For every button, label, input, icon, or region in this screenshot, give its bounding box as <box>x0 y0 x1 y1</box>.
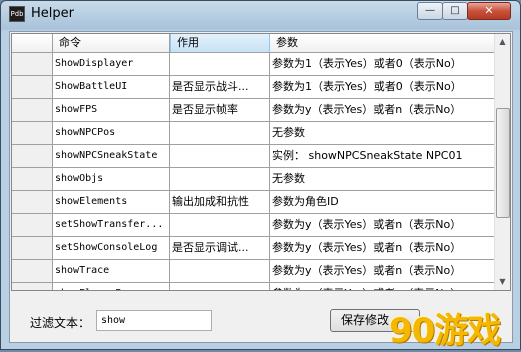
vertical-scrollbar[interactable]: ▲ ▼ <box>494 34 510 290</box>
row-selector[interactable] <box>12 122 53 144</box>
command-cell[interactable]: ShowDisplayer <box>53 53 170 75</box>
row-selector[interactable] <box>12 53 53 75</box>
params-cell[interactable]: 参数为1（表示Yes）或者0（表示No） <box>270 53 496 75</box>
table-header: 命令 作用 参数 <box>12 34 496 53</box>
scroll-up-icon[interactable]: ▲ <box>495 34 510 50</box>
params-cell[interactable]: 参数为y（表示Yes）或者n（表示No） <box>270 99 496 121</box>
table-row[interactable]: showTrace 参数为y（表示Yes）或者n（表示No） <box>12 260 496 283</box>
row-selector[interactable] <box>12 283 53 290</box>
maximize-button[interactable]: □ <box>442 2 468 20</box>
row-header-corner <box>12 34 53 52</box>
helper-window: Pdb Helper — □ ✕ 命令 作用 参数 ShowDisplayer 参… <box>0 0 521 351</box>
command-table[interactable]: 命令 作用 参数 ShowDisplayer 参数为1（表示Yes）或者0（表示N… <box>11 33 511 291</box>
row-selector[interactable] <box>12 145 53 167</box>
purpose-cell[interactable] <box>170 260 270 282</box>
row-selector[interactable] <box>12 99 53 121</box>
command-cell[interactable]: showFPS <box>53 99 170 121</box>
title-bar[interactable]: Pdb Helper — □ ✕ <box>1 1 520 29</box>
table-row[interactable]: setShowTransfer... 参数为y（表示Yes）或者n（表示No） <box>12 214 496 237</box>
purpose-cell[interactable] <box>170 122 270 144</box>
params-cell[interactable]: 实例： showNPCSneakState NPC01 <box>270 145 496 167</box>
filter-input[interactable]: show <box>96 310 212 331</box>
column-header-command[interactable]: 命令 <box>53 34 170 52</box>
scroll-down-icon[interactable]: ▼ <box>495 274 510 290</box>
row-selector[interactable] <box>12 237 53 259</box>
params-cell[interactable]: 参数为y（表示Yes）或者n（表示No） <box>270 283 496 290</box>
params-cell[interactable]: 参数为角色ID <box>270 191 496 213</box>
purpose-cell[interactable]: 是否显示战斗... <box>170 76 270 98</box>
watermark-logo: 90游戏 <box>389 311 501 351</box>
filter-label: 过滤文本： <box>30 316 91 330</box>
command-cell[interactable]: setShowConsoleLog <box>53 237 170 259</box>
table-row[interactable]: ShowBattleUI 是否显示战斗... 参数为1（表示Yes）或者0（表示No… <box>12 76 496 99</box>
row-selector[interactable] <box>12 214 53 236</box>
command-cell[interactable]: showElements <box>53 191 170 213</box>
row-selector[interactable] <box>12 260 53 282</box>
app-icon: Pdb <box>9 6 25 22</box>
command-cell[interactable]: setShowTransfer... <box>53 214 170 236</box>
table-row[interactable]: showPlayerPos 参数为y（表示Yes）或者n（表示No） <box>12 283 496 290</box>
params-cell[interactable]: 无参数 <box>270 122 496 144</box>
table-row[interactable]: showObjs 无参数 <box>12 168 496 191</box>
client-area: 命令 作用 参数 ShowDisplayer 参数为1（表示Yes）或者0（表示N… <box>9 31 513 343</box>
column-header-purpose[interactable]: 作用 <box>170 34 270 52</box>
purpose-cell[interactable] <box>170 168 270 190</box>
table-row[interactable]: showNPCSneakState 实例： showNPCSneakState N… <box>12 145 496 168</box>
purpose-cell[interactable] <box>170 214 270 236</box>
window-title: Helper <box>31 6 74 21</box>
table-row[interactable]: showFPS 是否显示帧率 参数为y（表示Yes）或者n（表示No） <box>12 99 496 122</box>
purpose-cell[interactable]: 输出加成和抗性 <box>170 191 270 213</box>
row-selector[interactable] <box>12 76 53 98</box>
purpose-cell[interactable] <box>170 145 270 167</box>
command-cell[interactable]: showNPCSneakState <box>53 145 170 167</box>
command-cell[interactable]: showPlayerPos <box>53 283 170 290</box>
row-selector[interactable] <box>12 168 53 190</box>
purpose-cell[interactable]: 是否显示调试... <box>170 237 270 259</box>
column-header-params[interactable]: 参数 <box>270 34 496 52</box>
params-cell[interactable]: 参数为1（表示Yes）或者0（表示No） <box>270 76 496 98</box>
row-selector[interactable] <box>12 191 53 213</box>
params-cell[interactable]: 参数为y（表示Yes）或者n（表示No） <box>270 214 496 236</box>
command-cell[interactable]: ShowBattleUI <box>53 76 170 98</box>
command-cell[interactable]: showTrace <box>53 260 170 282</box>
params-cell[interactable]: 参数为y（表示Yes）或者n（表示No） <box>270 237 496 259</box>
purpose-cell[interactable]: 是否显示帧率 <box>170 99 270 121</box>
table-row[interactable]: setShowConsoleLog 是否显示调试... 参数为y（表示Yes）或者n… <box>12 237 496 260</box>
params-cell[interactable]: 无参数 <box>270 168 496 190</box>
command-cell[interactable]: showNPCPos <box>53 122 170 144</box>
minimize-button[interactable]: — <box>417 2 443 20</box>
table-row[interactable]: ShowDisplayer 参数为1（表示Yes）或者0（表示No） <box>12 53 496 76</box>
params-cell[interactable]: 参数为y（表示Yes）或者n（表示No） <box>270 260 496 282</box>
purpose-cell[interactable] <box>170 53 270 75</box>
table-row[interactable]: showElements 输出加成和抗性 参数为角色ID <box>12 191 496 214</box>
table-row[interactable]: showNPCPos 无参数 <box>12 122 496 145</box>
close-button[interactable]: ✕ <box>467 2 511 20</box>
purpose-cell[interactable] <box>170 283 270 290</box>
command-cell[interactable]: showObjs <box>53 168 170 190</box>
scroll-thumb[interactable] <box>496 108 510 218</box>
